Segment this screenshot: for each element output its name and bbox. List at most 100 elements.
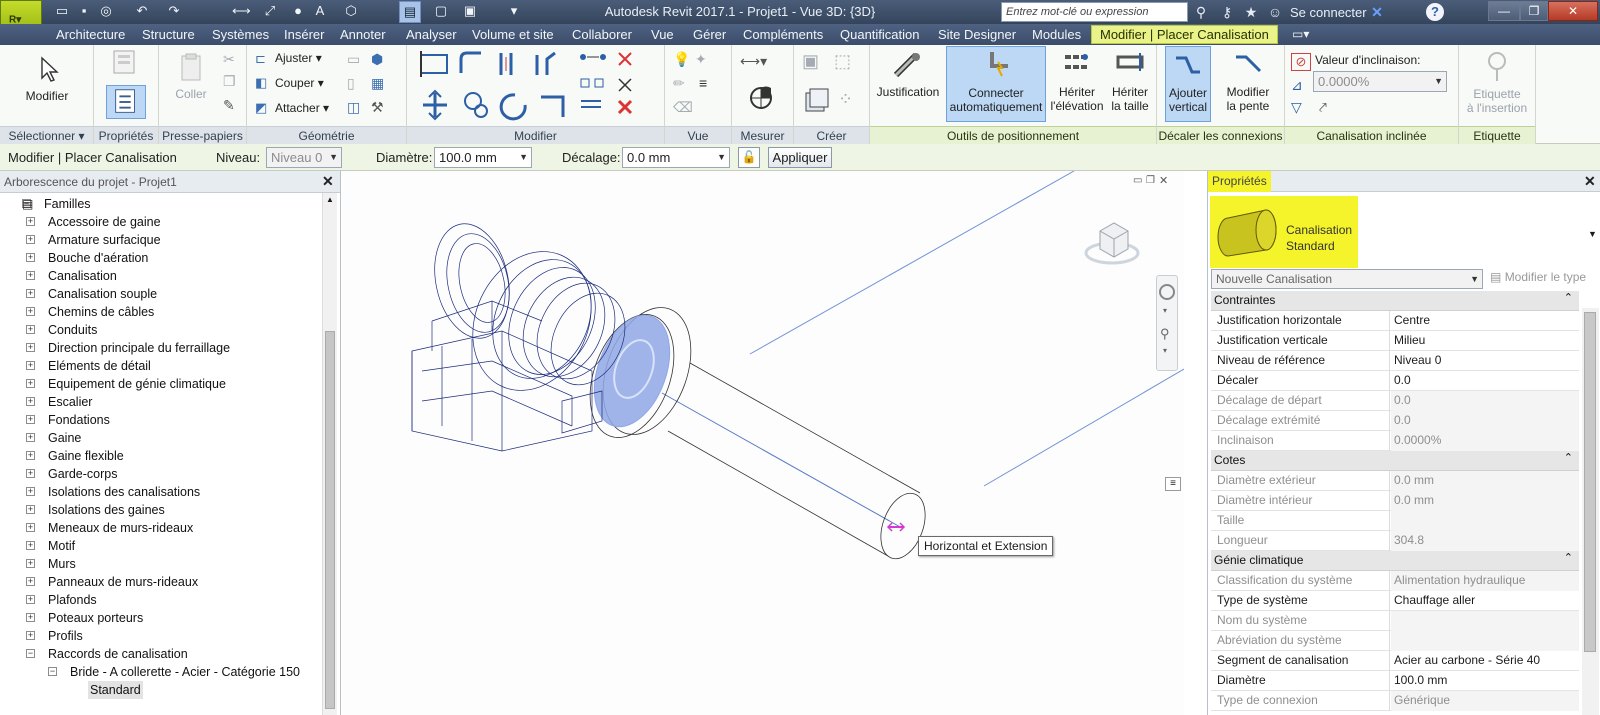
property-value[interactable]: Chauffage aller <box>1391 591 1579 611</box>
properties-scrollbar[interactable] <box>1582 308 1599 715</box>
expand-icon[interactable]: + <box>26 325 35 334</box>
browser-item[interactable]: Armature surfacique <box>48 231 161 249</box>
key-icon[interactable]: ⚷ <box>1218 3 1236 21</box>
text-icon[interactable]: A <box>312 3 328 19</box>
inherit-size-button[interactable]: Hériter la taille <box>1106 49 1154 113</box>
tab-architecture[interactable]: Architecture <box>56 27 125 42</box>
unjoin-icon[interactable]: ▯ <box>347 75 363 91</box>
open-icon[interactable]: ▭ <box>54 3 70 19</box>
undo-icon[interactable]: ↶ <box>134 3 150 19</box>
create-parts-icon[interactable]: ⬚ <box>834 51 851 71</box>
add-vertical-button[interactable]: Ajouter vertical <box>1165 46 1211 122</box>
tag-on-placement-button[interactable]: Etiquette à l'insertion <box>1461 51 1533 115</box>
expand-icon[interactable]: + <box>26 397 35 406</box>
collapse-group-icon[interactable]: ⌃ <box>1564 551 1573 564</box>
copy-icon[interactable]: ❐ <box>223 73 239 89</box>
tab-addins[interactable]: Compléments <box>743 27 823 42</box>
browser-item[interactable]: Accessoire de gaine <box>48 213 161 231</box>
eraser-icon[interactable]: ⌫ <box>673 99 693 115</box>
minimize-button[interactable]: — <box>1488 1 1520 21</box>
create-group-icon[interactable] <box>802 85 832 115</box>
redo-icon[interactable]: ↷ <box>166 3 182 19</box>
chevron-down-icon[interactable]: ▾ <box>1163 346 1167 355</box>
expand-icon[interactable]: + <box>26 415 35 424</box>
ribbon-toggle-icon[interactable]: ▭▾ <box>1292 27 1309 41</box>
pipe-model-drawing[interactable] <box>342 171 1184 715</box>
expand-icon[interactable]: + <box>26 379 35 388</box>
tab-annotate[interactable]: Annoter <box>340 27 386 42</box>
3d-view-icon[interactable]: ⬡ <box>343 3 359 19</box>
close-hidden-icon[interactable]: ▢ <box>433 3 449 19</box>
autoconnect-button[interactable]: Connecter automatiquement <box>946 46 1046 122</box>
expand-icon[interactable]: + <box>26 631 35 640</box>
browser-item[interactable]: Isolations des gaines <box>48 501 165 519</box>
property-group[interactable]: Contraintes ⌃ <box>1211 291 1579 311</box>
sign-in-button[interactable]: Se connecter <box>1290 5 1367 20</box>
browser-item[interactable]: Canalisation <box>48 267 117 285</box>
override-icon[interactable]: ✦ <box>695 51 711 67</box>
browser-item[interactable]: Meneaux de murs-rideaux <box>48 519 193 537</box>
viewport-maximize-icon[interactable]: ❐ <box>1146 175 1155 186</box>
browser-item[interactable]: Motif <box>48 537 75 555</box>
star-icon[interactable]: ★ <box>1242 3 1260 21</box>
exchange-icon[interactable]: ✕ <box>1368 3 1386 21</box>
create-assembly-icon[interactable]: ▣ <box>802 51 819 71</box>
browser-item[interactable]: Conduits <box>48 321 97 339</box>
type-selector[interactable]: Canalisation Standard <box>1210 196 1358 268</box>
modify-button[interactable]: Modifier <box>14 53 80 103</box>
browser-item[interactable]: Isolations des canalisations <box>48 483 200 501</box>
expand-icon[interactable]: + <box>26 559 35 568</box>
tab-insert[interactable]: Insérer <box>284 27 324 42</box>
brush-icon[interactable]: ✏ <box>673 75 689 91</box>
collapse-icon[interactable]: − <box>26 649 35 658</box>
steering-wheel-icon[interactable] <box>1159 284 1175 300</box>
expand-icon[interactable]: + <box>26 505 35 514</box>
property-value[interactable]: Milieu <box>1391 331 1579 351</box>
view-cube-icon[interactable] <box>1082 215 1142 271</box>
expand-icon[interactable]: + <box>26 577 35 586</box>
instance-selector[interactable]: Nouvelle Canalisation ▼ <box>1211 269 1483 289</box>
bulb-icon[interactable]: 💡 <box>673 51 690 67</box>
browser-item[interactable]: Fondations <box>48 411 110 429</box>
expand-icon[interactable]: + <box>26 307 35 316</box>
customize-qat-icon[interactable]: ▾ <box>506 3 522 19</box>
slope-arrow-icon[interactable]: ⤤ <box>1319 99 1335 115</box>
scissors-icon[interactable]: ✂ <box>223 51 239 67</box>
join-button[interactable]: Attacher ▾ <box>275 99 329 117</box>
collapse-group-icon[interactable]: ⌃ <box>1564 451 1573 464</box>
user-icon[interactable]: ☺ <box>1266 3 1284 21</box>
browser-item[interactable]: Canalisation souple <box>48 285 157 303</box>
property-value[interactable]: Centre <box>1391 311 1579 331</box>
tab-systems[interactable]: Systèmes <box>212 27 269 42</box>
viewport-close-icon[interactable]: ✕ <box>1159 174 1168 187</box>
collapse-group-icon[interactable]: ⌃ <box>1564 291 1573 304</box>
expand-icon[interactable]: + <box>26 595 35 604</box>
tab-modules[interactable]: Modules <box>1032 27 1081 42</box>
browser-item[interactable]: Panneaux de murs-rideaux <box>48 573 198 591</box>
expand-icon[interactable]: + <box>26 541 35 550</box>
slope-value-select[interactable]: 0.0000% ▼ <box>1313 71 1447 92</box>
expand-icon[interactable]: + <box>26 217 35 226</box>
close-window-button[interactable]: ✕ <box>1548 1 1598 21</box>
tag-icon[interactable]: ● <box>290 3 306 19</box>
close-browser-icon[interactable]: ✕ <box>322 173 334 190</box>
switch-windows-icon[interactable]: ▣ <box>462 3 478 19</box>
browser-item[interactable]: Chemins de câbles <box>48 303 154 321</box>
browser-item[interactable]: Gaine <box>48 429 81 447</box>
level-select[interactable]: Niveau 0 ▼ <box>266 147 342 168</box>
browser-item[interactable]: Bouche d'aération <box>48 249 148 267</box>
tab-quantification[interactable]: Quantification <box>840 27 920 42</box>
expand-icon[interactable]: + <box>26 235 35 244</box>
diameter-select[interactable]: 100.0 mm ▼ <box>434 147 532 168</box>
offset-select[interactable]: 0.0 mm ▼ <box>622 147 730 168</box>
sync-icon[interactable]: ◎ <box>98 3 114 19</box>
wall-joins-icon[interactable]: ▦ <box>371 75 387 91</box>
browser-item[interactable]: Gaine flexible <box>48 447 124 465</box>
browser-item[interactable]: Garde-corps <box>48 465 117 483</box>
justification-button[interactable]: Justification <box>874 49 942 99</box>
slope-down-icon[interactable]: ▽ <box>1291 99 1307 115</box>
viewport-restore-icon[interactable]: ▭ <box>1133 175 1142 186</box>
expand-icon[interactable]: + <box>26 343 35 352</box>
scroll-up-icon[interactable]: ▲ <box>326 195 334 204</box>
maximize-button[interactable]: ❐ <box>1520 1 1548 21</box>
